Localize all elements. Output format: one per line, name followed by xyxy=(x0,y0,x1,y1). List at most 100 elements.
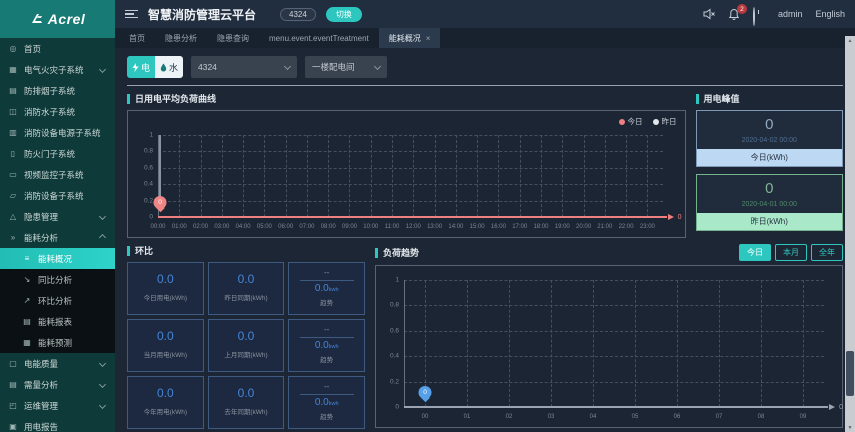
load-trend-chart: 10.80.60.40.200001020304050607080900 xyxy=(375,265,843,428)
sidebar-item-video[interactable]: ▭ 视频监控子系统 xyxy=(0,164,115,185)
scrollbar-up-arrow[interactable]: ▲ xyxy=(845,36,855,45)
range-year-button[interactable]: 全年 xyxy=(811,244,843,261)
x-axis-label: 09:00 xyxy=(341,224,357,230)
electricity-toggle-button[interactable]: 电 xyxy=(127,56,155,78)
y-axis-label: 0.8 xyxy=(389,301,399,309)
chevron-down-icon xyxy=(98,359,107,368)
title-accent-bar xyxy=(127,93,130,104)
device-select[interactable]: 4324 xyxy=(191,56,297,78)
stat-label: 上月同期(kWh) xyxy=(224,352,268,359)
switch-button[interactable]: 切换 xyxy=(325,6,362,22)
grid-line xyxy=(158,167,663,169)
sidebar-item-power-quality[interactable]: ▢ 电能质量 xyxy=(0,353,115,374)
stat-value: 0.0 xyxy=(237,386,255,400)
sidebar-item-demand[interactable]: ▤ 需量分析 xyxy=(0,374,115,395)
y-axis-label: 0.2 xyxy=(389,378,399,386)
sidebar-item-smoke-control[interactable]: ▤ 防排烟子系统 xyxy=(0,80,115,101)
sidebar-item-fire-device[interactable]: ▱ 消防设备子系统 xyxy=(0,185,115,206)
sidebar-item-hazard[interactable]: △ 隐患管理 xyxy=(0,206,115,227)
legend-dot xyxy=(652,118,659,125)
sidebar-item-fire-water[interactable]: ◫ 消防水子系统 xyxy=(0,101,115,122)
data-point-marker[interactable]: 0 xyxy=(153,196,167,213)
language-switch[interactable]: English xyxy=(815,9,845,19)
acrel-logo[interactable]: Acrel xyxy=(0,0,115,38)
sidebar-item-label: 消防设备子系统 xyxy=(24,190,84,201)
huanbi-card-3: 0.0 当月用电(kWh) xyxy=(127,319,204,372)
video-monitor-icon: ▭ xyxy=(9,170,17,179)
sidebar: Acrel ◎ 首页 ▦ 电气火灾子系统 ▤ 防排烟子系统 ◫ 消防水子系统 ▥ 消防设备电源子系… xyxy=(0,0,115,432)
x-axis-label: 13:00 xyxy=(427,224,443,230)
x-axis-label: 05 xyxy=(631,414,639,420)
water-toggle-button[interactable]: 水 xyxy=(155,56,183,78)
water-drop-icon xyxy=(160,63,167,71)
sidebar-item-fire-power[interactable]: ▥ 消防设备电源子系统 xyxy=(0,122,115,143)
grid-line xyxy=(498,135,500,217)
username-label[interactable]: admin xyxy=(778,9,803,19)
stat-label: 今日用电(kWh) xyxy=(143,295,187,302)
sidebar-item-electrical-fire[interactable]: ▦ 电气火灾子系统 xyxy=(0,59,115,80)
sidebar-item-ops[interactable]: ◰ 运维管理 xyxy=(0,395,115,416)
tab-1[interactable]: 隐患分析 xyxy=(155,28,207,48)
tab-0[interactable]: 首页 xyxy=(119,28,155,48)
load-trend-range-buttons: 今日 本月 全年 xyxy=(739,244,843,261)
tab-4[interactable]: 能耗概况 × xyxy=(378,28,441,48)
scrollbar-thumb[interactable] xyxy=(846,351,854,396)
grid-line xyxy=(551,280,552,407)
tab-3[interactable]: menu.event.eventTreatment xyxy=(259,28,379,48)
smoke-control-icon: ▤ xyxy=(9,86,17,95)
huanbi-card-2: -- 0.0kwh 趋势 xyxy=(288,262,365,315)
range-today-button[interactable]: 今日 xyxy=(739,244,771,261)
sidebar-subitem-energy-overview[interactable]: ≡ 能耗概况 xyxy=(0,248,115,269)
peak-today-value: 0 xyxy=(765,116,774,133)
huanbi-card-6: 0.0 今年用电(kWh) xyxy=(127,376,204,429)
ops-icon: ◰ xyxy=(9,401,17,410)
x-axis-label: 07 xyxy=(715,414,723,420)
tab-label: 首页 xyxy=(129,33,145,43)
sidebar-subitem-yoy[interactable]: ↘ 同比分析 xyxy=(0,269,115,290)
grid-line xyxy=(221,135,223,217)
grid-line xyxy=(455,135,457,217)
user-circle-icon[interactable] xyxy=(752,7,765,26)
legend-dot xyxy=(618,118,625,125)
filter-row: 电 水 4324 一楼配电间 xyxy=(115,48,855,85)
sidebar-subitem-energy-forecast[interactable]: ▦ 能耗预测 xyxy=(0,332,115,353)
x-axis-label: 04 xyxy=(589,414,597,420)
legend-item-1[interactable]: 昨日 xyxy=(652,116,677,127)
sidebar-item-power-report[interactable]: ▣ 用电报告 xyxy=(0,416,115,432)
load-trend-header: 负荷趋势 今日 本月 全年 xyxy=(375,244,843,261)
huanbi-card-1: 0.0 昨日同期(kWh) xyxy=(207,262,285,315)
chevron-down-icon xyxy=(98,65,107,74)
sidebar-item-label: 消防设备电源子系统 xyxy=(24,127,101,138)
close-tab-icon[interactable]: × xyxy=(426,34,431,43)
grid-line xyxy=(593,280,594,407)
room-select[interactable]: 一楼配电间 xyxy=(305,56,387,78)
tab-2[interactable]: 隐患查询 xyxy=(207,28,259,48)
trend-value: 0.0kwh xyxy=(314,283,339,294)
range-month-button[interactable]: 本月 xyxy=(775,244,807,261)
load-trend-title: 负荷趋势 xyxy=(375,246,419,259)
acrel-logo-text: Acrel xyxy=(47,11,86,27)
sidebar-item-home[interactable]: ◎ 首页 xyxy=(0,38,115,59)
sidebar-item-fire-door[interactable]: ▯ 防火门子系统 xyxy=(0,143,115,164)
scrollbar-down-arrow[interactable]: ▼ xyxy=(845,423,855,432)
mute-speaker-icon[interactable] xyxy=(703,8,715,20)
x-axis-label: 23:00 xyxy=(639,224,655,230)
sidebar-item-label: 防火门子系统 xyxy=(24,148,76,159)
collapse-menu-icon[interactable] xyxy=(125,9,138,19)
sidebar-subitem-label: 能耗预测 xyxy=(38,337,73,348)
x-axis-label: 09 xyxy=(799,414,807,420)
x-axis-label: 22:00 xyxy=(618,224,634,230)
grid-line xyxy=(285,135,287,217)
vertical-scrollbar[interactable]: ▲ ▼ xyxy=(845,36,855,432)
sidebar-subitem-energy-report[interactable]: ▤ 能耗报表 xyxy=(0,311,115,332)
trend-divider-line xyxy=(299,337,354,338)
tab-label: 隐患分析 xyxy=(165,33,197,43)
report-table-icon: ▤ xyxy=(23,317,31,326)
sidebar-subitem-mom[interactable]: ↗ 环比分析 xyxy=(0,290,115,311)
legend-item-0[interactable]: 今日 xyxy=(618,116,643,127)
data-point-marker[interactable]: 0 xyxy=(418,386,432,403)
sidebar-item-energy[interactable]: » 能耗分析 xyxy=(0,227,115,248)
notification-bell-icon[interactable]: 2 xyxy=(728,4,747,20)
daily-load-plot: 1 0.8 0.6 0.4 0.2 0 00:00 01:00 02:00 03:00 04:00 0… xyxy=(144,132,682,231)
fire-device-icon: ▱ xyxy=(9,191,17,200)
